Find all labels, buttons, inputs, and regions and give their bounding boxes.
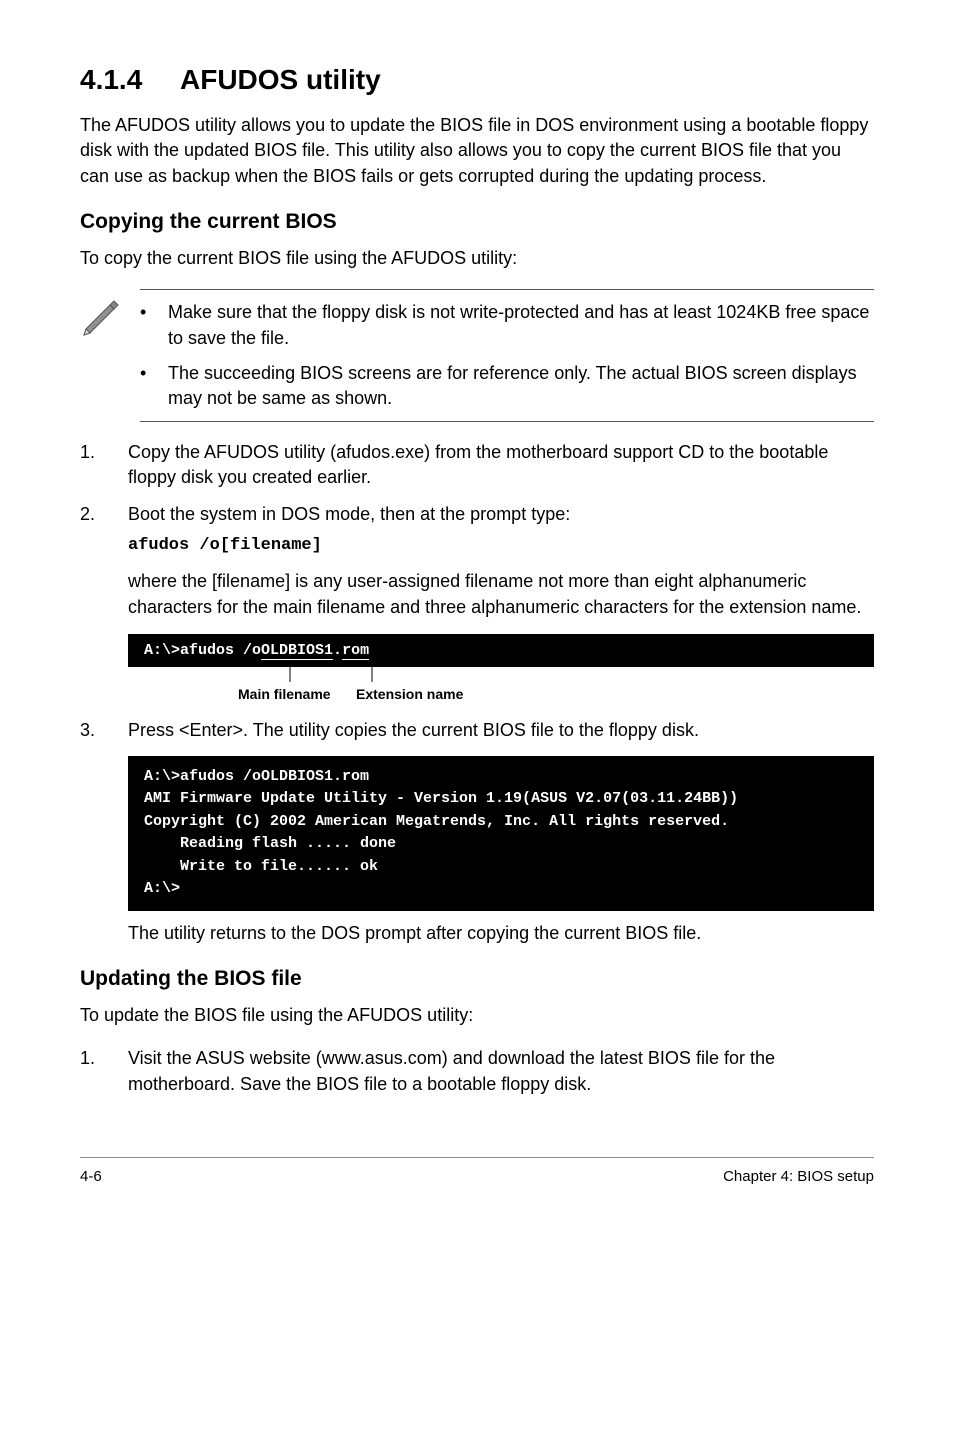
copying-heading: Copying the current BIOS <box>80 207 874 236</box>
step-text: Press <Enter>. The utility copies the cu… <box>128 718 874 743</box>
copying-lead: To copy the current BIOS file using the … <box>80 246 874 271</box>
terminal-output: A:\>afudos /oOLDBIOS1.rom AMI Firmware U… <box>128 756 874 911</box>
section-title: AFUDOS utility <box>180 64 381 95</box>
note-item: • The succeeding BIOS screens are for re… <box>140 361 874 411</box>
extension-name-label: Extension name <box>356 685 463 705</box>
step-number: 2. <box>80 502 128 557</box>
bullet-icon: • <box>140 361 168 411</box>
note-text: Make sure that the floppy disk is not wr… <box>168 300 874 350</box>
step-text: Boot the system in DOS mode, then at the… <box>128 502 874 527</box>
after-code-text: The utility returns to the DOS prompt af… <box>128 921 874 946</box>
filename-diagram: A:\>afudos /oOLDBIOS1.rom Main filename … <box>128 634 874 705</box>
pencil-icon <box>80 289 140 337</box>
step-item: 1. Copy the AFUDOS utility (afudos.exe) … <box>80 440 874 490</box>
step-item: 2. Boot the system in DOS mode, then at … <box>80 502 874 557</box>
main-filename-label: Main filename <box>238 685 356 705</box>
section-heading: 4.1.4AFUDOS utility <box>80 60 874 99</box>
step-text: Visit the ASUS website (www.asus.com) an… <box>128 1046 874 1096</box>
step-item: 3. Press <Enter>. The utility copies the… <box>80 718 874 743</box>
updating-lead: To update the BIOS file using the AFUDOS… <box>80 1003 874 1028</box>
note-text: The succeeding BIOS screens are for refe… <box>168 361 874 411</box>
code-inline: afudos /o[filename] <box>128 534 874 558</box>
step-number: 1. <box>80 1046 128 1096</box>
updating-heading: Updating the BIOS file <box>80 964 874 993</box>
step-number: 1. <box>80 440 128 490</box>
step-item: 1. Visit the ASUS website (www.asus.com)… <box>80 1046 874 1096</box>
code-line: A:\>afudos /oOLDBIOS1.rom <box>128 634 874 667</box>
section-number: 4.1.4 <box>80 60 180 99</box>
step-after-text: where the [filename] is any user-assigne… <box>128 569 874 619</box>
step-number: 3. <box>80 718 128 743</box>
step-text: Copy the AFUDOS utility (afudos.exe) fro… <box>128 440 874 490</box>
page-footer: 4-6 Chapter 4: BIOS setup <box>80 1157 874 1187</box>
bullet-icon: • <box>140 300 168 350</box>
intro-paragraph: The AFUDOS utility allows you to update … <box>80 113 874 189</box>
chapter-label: Chapter 4: BIOS setup <box>723 1166 874 1187</box>
note-block: • Make sure that the floppy disk is not … <box>80 289 874 422</box>
note-item: • Make sure that the floppy disk is not … <box>140 300 874 350</box>
page-number: 4-6 <box>80 1166 102 1187</box>
